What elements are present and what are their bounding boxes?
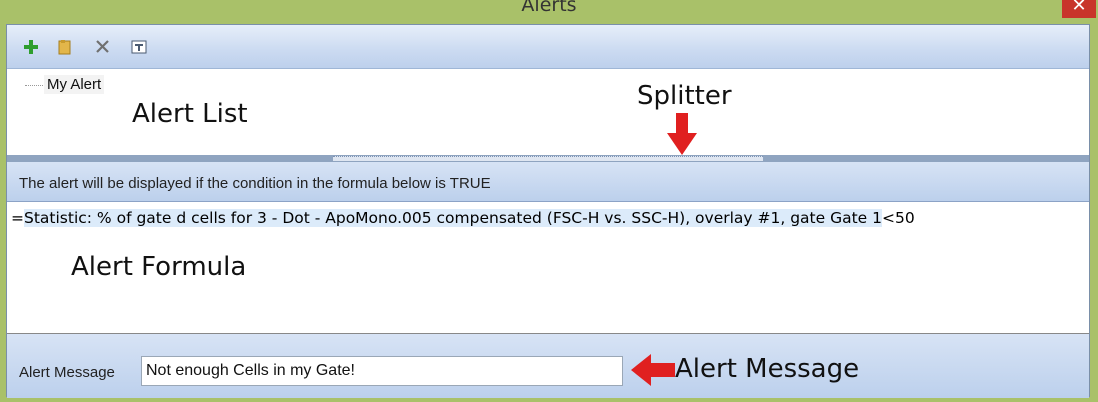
alert-message-label: Alert Message xyxy=(19,364,115,381)
splitter-arrow-icon xyxy=(667,113,697,155)
window-title: Alerts xyxy=(521,0,577,16)
splitter[interactable] xyxy=(7,155,1089,162)
folder-icon xyxy=(58,40,71,55)
alert-list-item[interactable]: My Alert xyxy=(44,75,105,94)
alert-message-bar: Alert Message Alert Message xyxy=(7,334,1089,398)
delete-icon xyxy=(96,40,109,53)
formula-statistic-token[interactable]: Statistic: % of gate d cells for 3 - Dot… xyxy=(24,209,883,227)
message-arrow-icon xyxy=(631,354,675,386)
formula-condition: <50 xyxy=(882,209,915,227)
alert-message-annotation: Alert Message xyxy=(675,354,860,384)
toolbar xyxy=(7,25,1089,69)
add-icon xyxy=(24,40,38,54)
alert-message-input[interactable] xyxy=(141,356,623,386)
alert-list: My Alert Alert List Splitter xyxy=(7,69,1089,155)
formula-editor[interactable]: =Statistic: % of gate d cells for 3 - Do… xyxy=(7,202,1089,334)
delete-alert-button[interactable] xyxy=(93,37,113,57)
rename-icon xyxy=(131,40,147,54)
close-button[interactable]: ✕ xyxy=(1062,0,1096,18)
title-bar: Alerts ✕ xyxy=(0,0,1098,24)
alert-list-annotation: Alert List xyxy=(132,99,248,129)
add-alert-button[interactable] xyxy=(21,37,41,57)
alert-formula-annotation: Alert Formula xyxy=(71,252,247,282)
tree-connector xyxy=(25,85,43,86)
formula-text[interactable]: =Statistic: % of gate d cells for 3 - Do… xyxy=(11,209,915,227)
alerts-window: My Alert Alert List Splitter The alert w… xyxy=(6,24,1090,398)
formula-header-text: The alert will be displayed if the condi… xyxy=(19,175,491,192)
open-alert-button[interactable] xyxy=(55,37,75,57)
formula-prefix: = xyxy=(11,209,24,227)
splitter-annotation: Splitter xyxy=(637,81,732,111)
splitter-grip[interactable] xyxy=(333,156,763,161)
formula-header: The alert will be displayed if the condi… xyxy=(7,162,1089,202)
rename-alert-button[interactable] xyxy=(129,37,149,57)
